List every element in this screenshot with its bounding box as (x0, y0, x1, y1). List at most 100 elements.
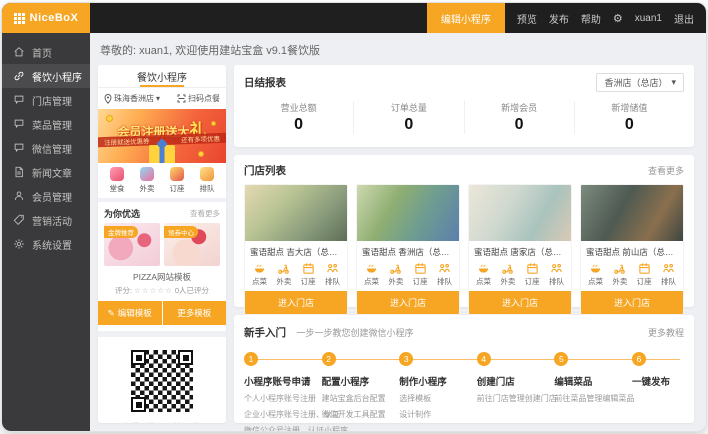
chat-bubble-icon (13, 94, 25, 106)
store-card: 蜜语甜点 唐家店（总店） 点菜 外卖 订座 排队 进入门店 (468, 184, 572, 315)
store-card: 蜜语甜点 前山店（总店） 点菜 外卖 订座 排队 进入门店 (580, 184, 684, 315)
bowl-icon (589, 262, 602, 275)
feature-takeout: 外卖 (612, 262, 627, 287)
promo-banner: 会员注册送大礼 注册就送优惠券 还有多项优惠 (98, 109, 226, 163)
store-filter-dropdown[interactable]: 香洲店（总店） ▾ (596, 73, 684, 92)
preview-tab-title: 餐饮小程序 (137, 69, 187, 84)
topbar-menu: 预览 发布 帮助 ⚙ xuan1 退出 (505, 3, 706, 33)
feature-takeout: 外卖 (388, 262, 403, 287)
sidebar-item-home[interactable]: 首页 (2, 40, 90, 64)
store-photo (469, 185, 571, 241)
guide-step-1: 1 小程序账号申请 个人小程序账号注册 企业小程序账号注册、认证 微信公众号注册… (244, 352, 322, 432)
featured-product[interactable]: 领券中心 (164, 223, 220, 266)
guide-steps: 1 小程序账号申请 个人小程序账号注册 企业小程序账号注册、认证 微信公众号注册… (244, 352, 684, 432)
sidebar-item-member-management[interactable]: 会员管理 (2, 184, 90, 208)
chevron-down-icon: ▾ (156, 94, 160, 103)
logo-text: NiceBoX (30, 12, 79, 24)
sidebar-item-marketing-activities[interactable]: 营销活动 (2, 208, 90, 232)
calendar-icon (414, 262, 427, 275)
sidebar-item-store-management[interactable]: 门店管理 (2, 88, 90, 112)
bowl-icon (253, 262, 266, 275)
sidebar-item-wechat-management[interactable]: 微信管理 (2, 136, 90, 160)
more-templates-button[interactable]: 更多模板 (163, 301, 227, 325)
people-icon (550, 262, 563, 275)
store-list-title: 门店列表 (244, 163, 286, 178)
guide-step-4: 4 创建门店 前往门店管理创建门店 (477, 352, 555, 432)
scan-order-button[interactable]: 扫码点餐 (177, 93, 220, 104)
help-link[interactable]: 帮助 (581, 11, 601, 26)
preview-link[interactable]: 预览 (517, 11, 537, 26)
qr-caption: 扫描二维码用手机预览 (125, 421, 200, 423)
guide-step-6: 6 一键发布 (632, 352, 684, 432)
settings-gear-icon[interactable]: ⚙ (613, 12, 623, 25)
tab-underline (140, 85, 184, 87)
guide-step-2: 2 配置小程序 建站宝盒后台配置 微信开发工具配置 (322, 352, 400, 432)
enter-store-button[interactable]: 进入门店 (469, 291, 571, 314)
coin-icon (211, 121, 216, 126)
main-content: 尊敬的: xuan1, 欢迎使用建站宝盒 v9.1餐饮版 餐饮小程序 珠海香洲店… (90, 33, 706, 431)
sidebar-item-system-settings[interactable]: 系统设置 (2, 232, 90, 256)
report-stats: 营业总额 0 订单总量 0 新增会员 0 (244, 101, 684, 134)
home-icon (13, 46, 25, 58)
category-reservation[interactable]: 订座 (170, 167, 185, 194)
preview-tab-bar: 餐饮小程序 (98, 65, 226, 88)
featured-title: 为你优选 (104, 207, 140, 220)
store-card: 蜜语甜点 吉大店（总店） 点菜 外卖 订座 排队 进入门店 (244, 184, 348, 315)
feature-reservation: 订座 (525, 262, 540, 287)
logout-link[interactable]: 退出 (674, 11, 694, 26)
stat-total-orders: 订单总量 0 (353, 101, 463, 134)
feature-queue: 排队 (549, 262, 564, 287)
chat-bubble-icon (13, 142, 25, 154)
username-link[interactable]: xuan1 (635, 13, 662, 24)
coin-icon (198, 151, 204, 157)
gift-box-icon (149, 145, 175, 163)
guide-step-5: 5 编辑菜品 前往菜品管理编辑菜品 (554, 352, 632, 432)
feature-takeout: 外卖 (276, 262, 291, 287)
sidebar-item-news-articles[interactable]: 新闻文章 (2, 160, 90, 184)
coin-icon (106, 115, 113, 122)
scooter-icon (389, 262, 402, 275)
calendar-icon (638, 262, 651, 275)
edit-template-button[interactable]: ✎ 编辑模板 (98, 301, 162, 325)
feature-queue: 排队 (437, 262, 452, 287)
category-dine-in[interactable]: 堂食 (110, 167, 125, 194)
stat-new-members: 新增会员 0 (464, 101, 574, 134)
enter-store-button[interactable]: 进入门店 (357, 291, 459, 314)
topbar: NiceBoX 编辑小程序 预览 发布 帮助 ⚙ xuan1 退出 (2, 3, 706, 33)
preview-qr-code (131, 350, 193, 412)
product-tag: 领券中心 (164, 226, 198, 238)
enter-store-button[interactable]: 进入门店 (581, 291, 683, 314)
sidebar-item-dish-management[interactable]: 菜品管理 (2, 112, 90, 136)
template-name: PIZZA网站模板 (98, 271, 226, 283)
publish-link[interactable]: 发布 (549, 11, 569, 26)
template-rating: 评分: ☆☆☆☆☆ 0人已评分 (98, 285, 226, 296)
guide-subtitle: 一步一步教您创建微信小程序 (296, 328, 413, 338)
store-list-view-more[interactable]: 查看更多 (648, 164, 684, 177)
bowl-icon (365, 262, 378, 275)
people-icon (438, 262, 451, 275)
report-title: 日结报表 (244, 75, 286, 90)
category-queue[interactable]: 排队 (200, 167, 215, 194)
store-location-selector[interactable]: 珠海香洲店 ▾ (104, 93, 160, 104)
category-takeout[interactable]: 外卖 (140, 167, 155, 194)
calendar-icon (302, 262, 315, 275)
enter-store-button[interactable]: 进入门店 (245, 291, 347, 314)
store-photo (581, 185, 683, 241)
more-tutorials-link[interactable]: 更多教程 (648, 326, 684, 339)
app-window: NiceBoX 编辑小程序 预览 发布 帮助 ⚙ xuan1 退出 首页 餐饮小… (1, 2, 707, 432)
store-card: 蜜语甜点 香洲店（总店） 点菜 外卖 订座 排队 进入门店 (356, 184, 460, 315)
people-icon (662, 262, 675, 275)
edit-miniprogram-button[interactable]: 编辑小程序 (427, 3, 505, 33)
featured-product[interactable]: 金牌推荐 (104, 223, 160, 266)
guide-step-3: 3 制作小程序 选择模板 设计制作 (399, 352, 477, 432)
sidebar-item-restaurant-miniprogram[interactable]: 餐饮小程序 (2, 64, 90, 88)
scan-qr-icon (177, 94, 186, 103)
feature-queue: 排队 (325, 262, 340, 287)
store-photo (357, 185, 459, 241)
feature-order-dishes: 点菜 (476, 262, 491, 287)
chevron-down-icon: ▾ (671, 77, 676, 88)
dine-in-icon (110, 167, 124, 181)
feature-queue: 排队 (661, 262, 676, 287)
feature-takeout: 外卖 (500, 262, 515, 287)
featured-view-more[interactable]: 查看更多 (190, 208, 220, 219)
